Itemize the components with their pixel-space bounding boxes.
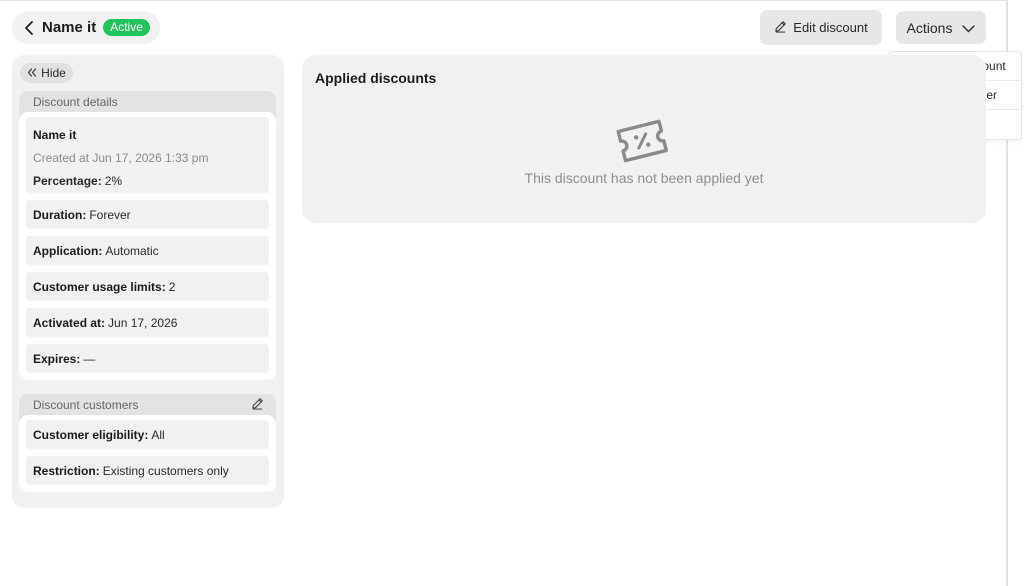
hide-sidebar-button[interactable]: Hide (20, 63, 73, 83)
application-row: Application: Automatic (26, 236, 269, 265)
page-title-bar: Name it Active (12, 11, 160, 44)
percentage-value: 2% (104, 174, 123, 188)
duration-row: Duration: Forever (26, 200, 269, 229)
activated-at-row: Activated at: Jun 17, 2026 (26, 308, 269, 337)
restriction-row: Restriction: Existing customers only (26, 456, 269, 485)
discount-details-section: Discount details Name it Created at Jun … (19, 91, 276, 380)
section-title: Discount details (33, 94, 118, 109)
edit-discount-button[interactable]: Edit discount (760, 10, 882, 45)
discount-summary-card: Name it Created at Jun 17, 2026 1:33 pm … (26, 117, 269, 193)
discount-details-header: Discount details (19, 91, 276, 112)
row-label: Activated at: (33, 315, 106, 330)
applied-discounts-title: Applied discounts (315, 70, 437, 86)
row-label: Customer usage limits: (33, 279, 166, 294)
row-value: — (83, 351, 96, 366)
percentage-label: Percentage: (33, 174, 102, 188)
actions-button[interactable]: Actions (896, 11, 986, 44)
applied-discounts-card: Applied discounts This discount has not … (302, 55, 986, 223)
discount-customers-section: Discount customers Customer eligibility:… (19, 394, 276, 492)
hide-label: Hide (41, 66, 66, 80)
row-value: 2 (168, 279, 176, 294)
row-value: Forever (89, 207, 131, 222)
percentage-row: Percentage: 2% (33, 170, 262, 192)
row-label: Restriction: (33, 463, 100, 478)
row-label: Application: (33, 243, 103, 258)
top-divider (0, 0, 1006, 1)
row-value: Jun 17, 2026 (108, 315, 178, 330)
discount-details-body: Name it Created at Jun 17, 2026 1:33 pm … (19, 112, 276, 380)
actions-label: Actions (906, 19, 953, 36)
expires-row: Expires: — (26, 344, 269, 373)
page-title: Name it (42, 19, 97, 36)
edit-discount-label: Edit discount (793, 20, 868, 35)
details-sidebar: Hide Discount details Name it Created at… (12, 55, 284, 508)
customer-eligibility-row: Customer eligibility: All (26, 420, 269, 449)
empty-state-message: This discount has not been applied yet (524, 170, 764, 186)
discount-name: Name it (33, 128, 77, 142)
row-value: All (151, 427, 165, 442)
chevron-down-icon (962, 20, 976, 36)
chevron-left-icon[interactable] (24, 20, 38, 36)
usage-limits-row: Customer usage limits: 2 (26, 272, 269, 301)
section-title: Discount customers (33, 397, 139, 412)
row-value: Automatic (105, 243, 159, 258)
status-badge: Active (103, 19, 150, 36)
discount-customers-body: Customer eligibility: All Restriction: E… (19, 415, 276, 492)
created-at: Created at Jun 17, 2026 1:33 pm (33, 151, 209, 165)
discount-ticket-icon (613, 114, 671, 166)
pencil-icon[interactable] (251, 397, 264, 413)
row-label: Expires: (33, 351, 81, 366)
discount-customers-header: Discount customers (19, 394, 276, 415)
double-chevron-left-icon (27, 66, 37, 80)
row-label: Duration: (33, 207, 87, 222)
pencil-icon (774, 20, 787, 36)
row-value: Existing customers only (102, 463, 229, 478)
row-label: Customer eligibility: (33, 427, 149, 442)
